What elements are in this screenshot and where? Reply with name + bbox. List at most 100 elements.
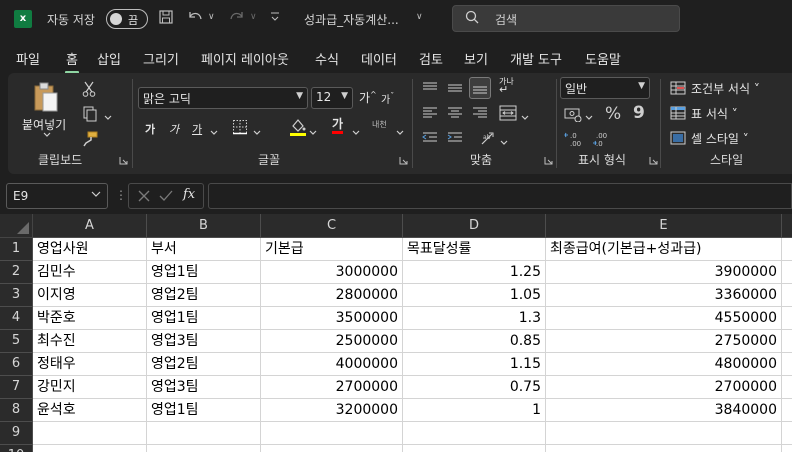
tab-insert[interactable]: 삽입 (97, 49, 121, 68)
table-cell[interactable] (403, 445, 546, 452)
table-cell[interactable]: 박준호 (33, 307, 147, 330)
table-cell[interactable]: 1.15 (403, 353, 546, 376)
conditional-formatting-button[interactable]: 조건부 서식 ˅ (691, 80, 760, 97)
table-cell[interactable]: 4000000 (261, 353, 403, 376)
row-header[interactable]: 10 (0, 445, 33, 452)
cell-styles-button[interactable]: 셀 스타일 ˅ (691, 130, 749, 147)
table-cell[interactable]: 영업3팀 (147, 376, 261, 399)
copy-icon[interactable] (82, 106, 98, 126)
table-cell[interactable]: 3000000 (261, 261, 403, 284)
increase-indent-icon[interactable] (447, 131, 463, 149)
table-cell[interactable] (782, 330, 792, 353)
table-cell[interactable]: 4550000 (546, 307, 782, 330)
tab-file[interactable]: 파일 (16, 49, 40, 68)
table-cell[interactable]: 0.75 (403, 376, 546, 399)
number-launcher-icon[interactable] (649, 156, 658, 168)
percent-style-button[interactable]: % (605, 104, 621, 124)
align-middle-icon[interactable] (447, 81, 463, 99)
tab-review[interactable]: 검토 (419, 49, 443, 68)
fill-color-icon[interactable] (289, 117, 307, 141)
font-size-select[interactable]: 12 ▼ (311, 87, 353, 109)
table-cell[interactable] (261, 445, 403, 452)
column-header-f[interactable] (782, 214, 792, 238)
undo-dropdown-icon[interactable]: ∨ (208, 12, 215, 22)
column-header-e[interactable]: E (546, 214, 782, 238)
select-all-button[interactable] (0, 214, 33, 238)
table-cell[interactable]: 2800000 (261, 284, 403, 307)
column-header-d[interactable]: D (403, 214, 546, 238)
align-right-icon[interactable] (472, 106, 488, 124)
table-cell[interactable]: 영업1팀 (147, 261, 261, 284)
table-cell[interactable]: 2700000 (261, 376, 403, 399)
phonetic-guide-button[interactable]: 내천 (372, 119, 387, 130)
row-header[interactable]: 1 (0, 238, 33, 261)
enter-icon[interactable] (159, 189, 173, 207)
font-color-button[interactable]: 가 (332, 117, 344, 134)
decrease-indent-icon[interactable] (422, 131, 438, 149)
more-options-icon[interactable]: ⋮ (115, 188, 127, 202)
wrap-text-button[interactable]: 가나 ↵ (499, 78, 514, 96)
paste-dropdown-icon[interactable] (43, 131, 51, 141)
table-cell[interactable]: 1.3 (403, 307, 546, 330)
save-icon[interactable] (158, 9, 174, 29)
table-cell[interactable] (261, 422, 403, 445)
table-cell[interactable]: 1.25 (403, 261, 546, 284)
table-cell[interactable]: 김민수 (33, 261, 147, 284)
row-header[interactable]: 6 (0, 353, 33, 376)
table-cell[interactable]: 3360000 (546, 284, 782, 307)
row-header[interactable]: 5 (0, 330, 33, 353)
orientation-dropdown-icon[interactable] (500, 135, 508, 150)
alignment-launcher-icon[interactable] (544, 156, 553, 168)
filename-dropdown-icon[interactable]: ∨ (416, 12, 423, 22)
cell-styles-icon[interactable] (670, 131, 686, 149)
format-as-table-button[interactable]: 표 서식 ˅ (691, 105, 738, 122)
search-box[interactable]: 검색 (452, 5, 680, 32)
table-cell[interactable] (782, 307, 792, 330)
table-cell[interactable]: 이지영 (33, 284, 147, 307)
cut-icon[interactable] (82, 81, 96, 101)
table-cell[interactable]: 강민지 (33, 376, 147, 399)
insert-function-button[interactable]: fx (183, 187, 195, 202)
copy-dropdown-icon[interactable] (104, 110, 112, 125)
table-cell[interactable] (33, 422, 147, 445)
table-cell[interactable] (546, 422, 782, 445)
font-color-dropdown-icon[interactable] (352, 125, 360, 140)
table-cell[interactable]: 영업3팀 (147, 330, 261, 353)
conditional-formatting-icon[interactable] (670, 81, 686, 99)
phonetic-dropdown-icon[interactable] (396, 125, 404, 140)
decrease-decimal-icon[interactable]: .00.0 (592, 131, 612, 151)
customize-qat-icon[interactable] (270, 12, 280, 27)
table-cell[interactable] (782, 353, 792, 376)
formula-input[interactable] (208, 183, 792, 209)
clipboard-launcher-icon[interactable] (119, 156, 128, 168)
header-cell[interactable]: 목표달성률 (403, 238, 546, 261)
row-header[interactable]: 9 (0, 422, 33, 445)
table-cell[interactable]: 0.85 (403, 330, 546, 353)
align-bottom-icon[interactable] (469, 77, 491, 99)
redo-icon[interactable] (228, 9, 246, 29)
column-header-b[interactable]: B (147, 214, 261, 238)
autosave-toggle[interactable]: 끔 (106, 9, 148, 29)
table-cell[interactable] (782, 261, 792, 284)
table-cell[interactable]: 3840000 (546, 399, 782, 422)
format-painter-icon[interactable] (82, 131, 98, 151)
row-header[interactable]: 3 (0, 284, 33, 307)
table-cell[interactable]: 2500000 (261, 330, 403, 353)
merge-center-icon[interactable] (499, 105, 517, 125)
align-top-icon[interactable] (422, 81, 438, 99)
header-cell[interactable]: 부서 (147, 238, 261, 261)
table-cell[interactable] (147, 422, 261, 445)
table-cell[interactable] (782, 422, 792, 445)
row-header[interactable]: 2 (0, 261, 33, 284)
increase-decimal-icon[interactable]: .0.00 (564, 131, 584, 151)
table-cell[interactable]: 윤석호 (33, 399, 147, 422)
borders-dropdown-icon[interactable] (253, 125, 261, 140)
table-cell[interactable]: 1 (403, 399, 546, 422)
tab-formulas[interactable]: 수식 (315, 49, 339, 68)
underline-dropdown-icon[interactable] (210, 125, 218, 140)
paste-icon[interactable] (32, 81, 60, 117)
table-cell[interactable] (33, 445, 147, 452)
align-left-icon[interactable] (422, 106, 438, 124)
align-center-icon[interactable] (447, 106, 463, 124)
table-cell[interactable]: 4800000 (546, 353, 782, 376)
